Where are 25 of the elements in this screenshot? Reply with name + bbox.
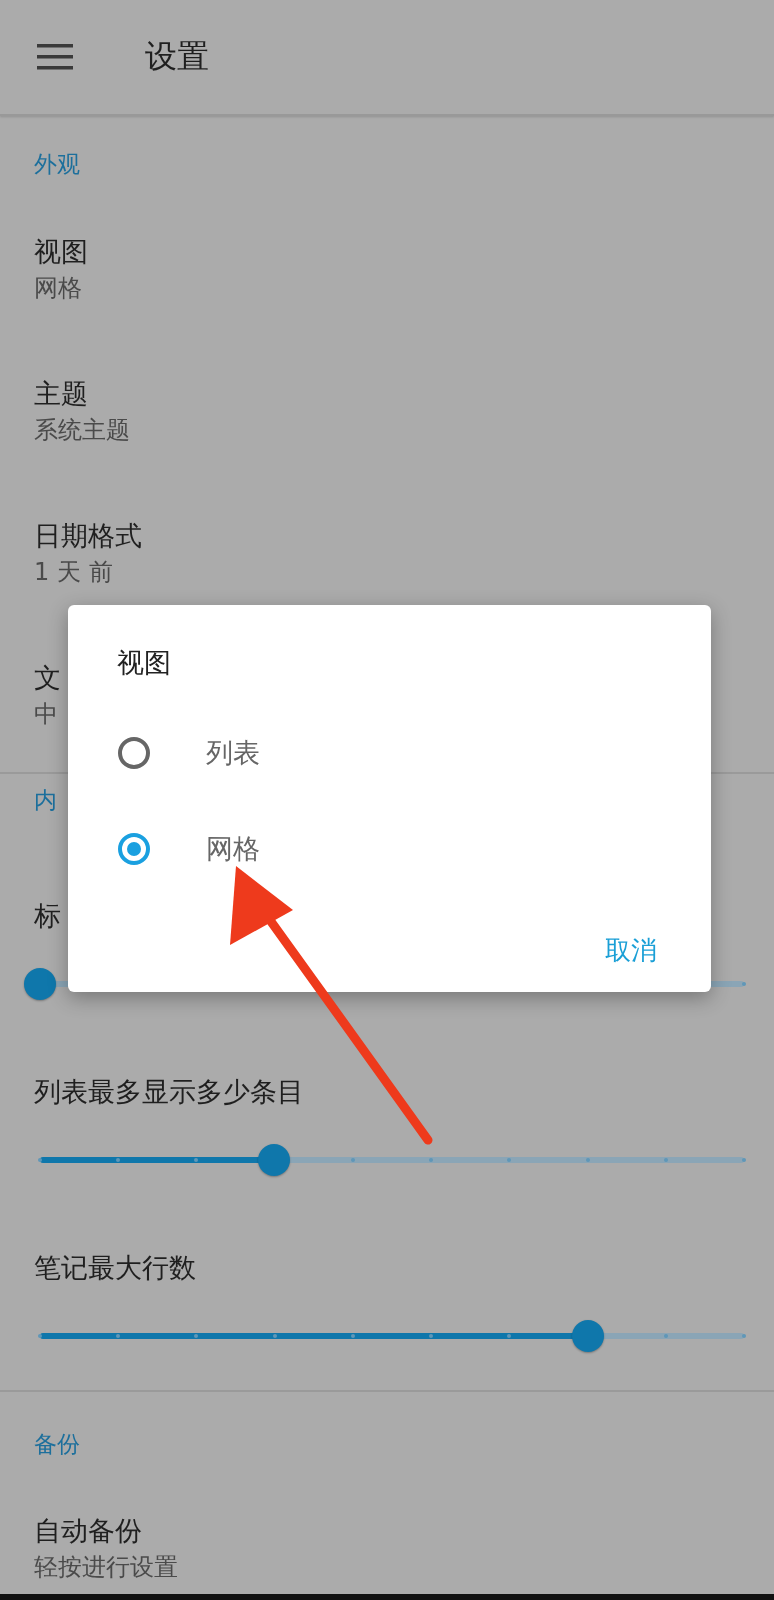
menu-icon[interactable]	[37, 44, 73, 70]
setting-title: 笔记最大行数	[34, 1252, 196, 1283]
setting-title[interactable]: 日期格式	[34, 520, 142, 551]
section-header: 内	[34, 787, 57, 813]
setting-value: 轻按进行设置	[34, 1553, 178, 1581]
setting-title[interactable]: 文	[34, 662, 61, 693]
section-header: 外观	[34, 151, 80, 177]
setting-value: 网格	[34, 274, 82, 302]
slider[interactable]	[40, 1322, 744, 1350]
setting-title[interactable]: 主题	[34, 378, 88, 409]
setting-value: 系统主题	[34, 416, 130, 444]
setting-title: 标	[34, 900, 61, 931]
setting-title[interactable]: 自动备份	[34, 1515, 142, 1546]
slider[interactable]	[40, 1146, 744, 1174]
radio-option[interactable]: 网格	[117, 801, 661, 897]
setting-title: 列表最多显示多少条目	[34, 1076, 304, 1107]
setting-title[interactable]: 视图	[34, 236, 88, 267]
setting-value: 中	[34, 700, 58, 728]
section-header: 备份	[34, 1431, 80, 1457]
radio-button[interactable]	[118, 833, 150, 865]
setting-value: 1 天 前	[34, 558, 113, 586]
screen-title: 设置	[145, 36, 209, 77]
dialog-title: 视图	[117, 647, 171, 678]
radio-option[interactable]: 列表	[117, 705, 661, 801]
radio-button[interactable]	[118, 737, 150, 769]
